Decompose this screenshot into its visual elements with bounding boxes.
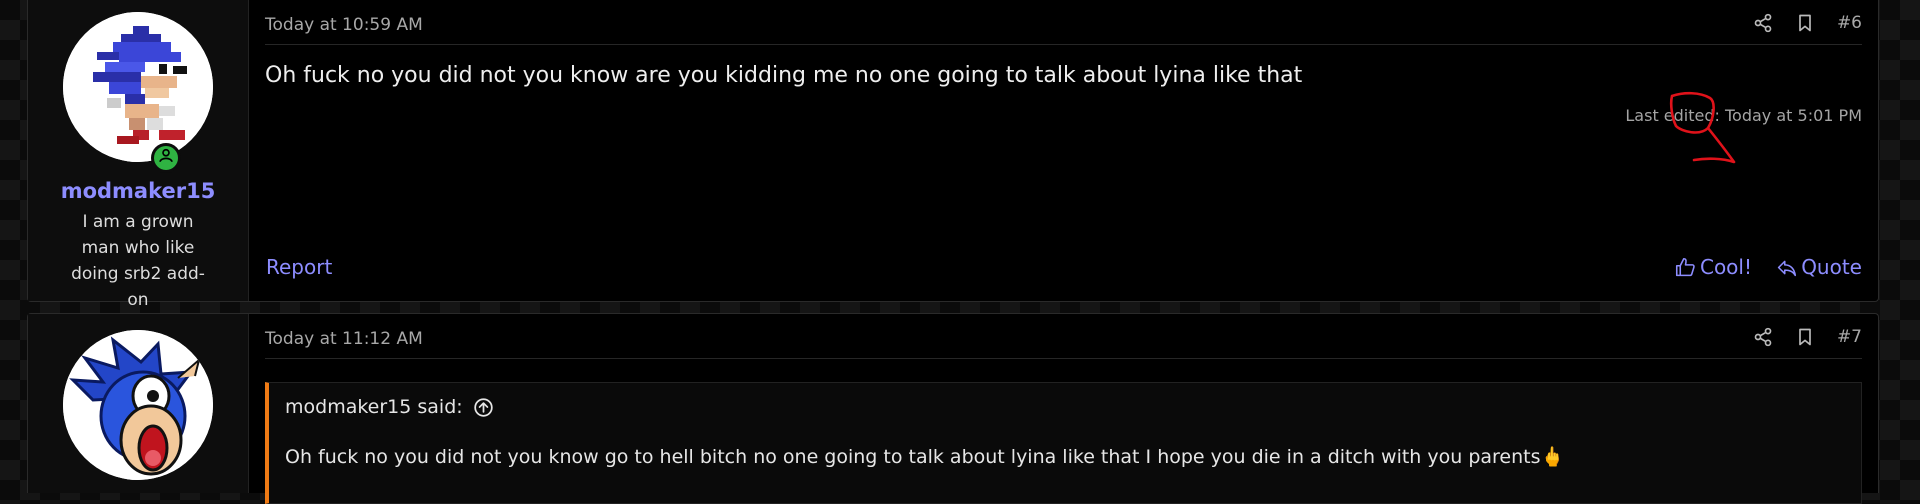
bookmark-icon[interactable] [1795,13,1815,33]
jump-to-quote-icon[interactable] [473,397,494,418]
post-message: Oh fuck no you did not you know are you … [265,63,1303,88]
pixel-sonic-avatar-icon [63,12,213,162]
post-main: Today at 11:12 AM #7 modmaker15 said: Oh… [249,314,1878,504]
user-avatar[interactable] [63,330,213,480]
quote-block: modmaker15 said: Oh fuck no you did not … [265,382,1862,504]
cartoon-sonic-avatar-icon [63,330,213,480]
post-header-actions: #7 [1753,327,1862,347]
user-avatar[interactable] [63,12,213,162]
post-6: modmaker15 I am a grown man who like doi… [27,0,1879,310]
post-main: Today at 10:59 AM #6 Oh fuck no you did … [249,0,1878,301]
thumbs-up-icon [1675,257,1695,276]
bookmark-icon[interactable] [1795,327,1815,347]
user-cell: modmaker15 I am a grown man who like doi… [28,0,249,310]
cool-label: Cool! [1699,255,1752,279]
username-link[interactable]: modmaker15 [28,179,248,203]
post-header-actions: #6 [1753,13,1862,33]
post-number-link[interactable]: #6 [1837,13,1862,33]
cool-reaction-button[interactable]: Cool! [1675,255,1752,279]
quote-button[interactable]: Quote [1776,255,1862,279]
reply-arrow-icon [1778,260,1797,276]
quote-author[interactable]: modmaker15 said: [285,396,494,418]
post-number-link[interactable]: #7 [1837,327,1862,347]
quote-text-body: Oh fuck no you did not you know go to he… [285,446,1541,468]
user-cell [28,314,249,493]
last-edited-note: Last edited: Today at 5:01 PM [1625,106,1862,125]
post-header: Today at 10:59 AM #6 [265,0,1862,45]
user-title: I am a grown man who like doing srb2 add… [71,212,205,310]
share-icon[interactable] [1753,327,1773,347]
quote-author-label: modmaker15 said: [285,396,463,418]
quote-text: Oh fuck no you did not you know go to he… [285,445,1564,468]
quote-label: Quote [1801,255,1862,279]
post-date-link[interactable]: Today at 11:12 AM [265,329,423,349]
post-header: Today at 11:12 AM #7 [265,314,1862,359]
post-7: Today at 11:12 AM #7 modmaker15 said: Oh… [27,313,1879,504]
online-status-icon [151,143,181,173]
report-link[interactable]: Report [266,255,332,279]
quote-emoji: 🖕 [1540,446,1565,468]
post-date-link[interactable]: Today at 10:59 AM [265,15,423,35]
share-icon[interactable] [1753,13,1773,33]
